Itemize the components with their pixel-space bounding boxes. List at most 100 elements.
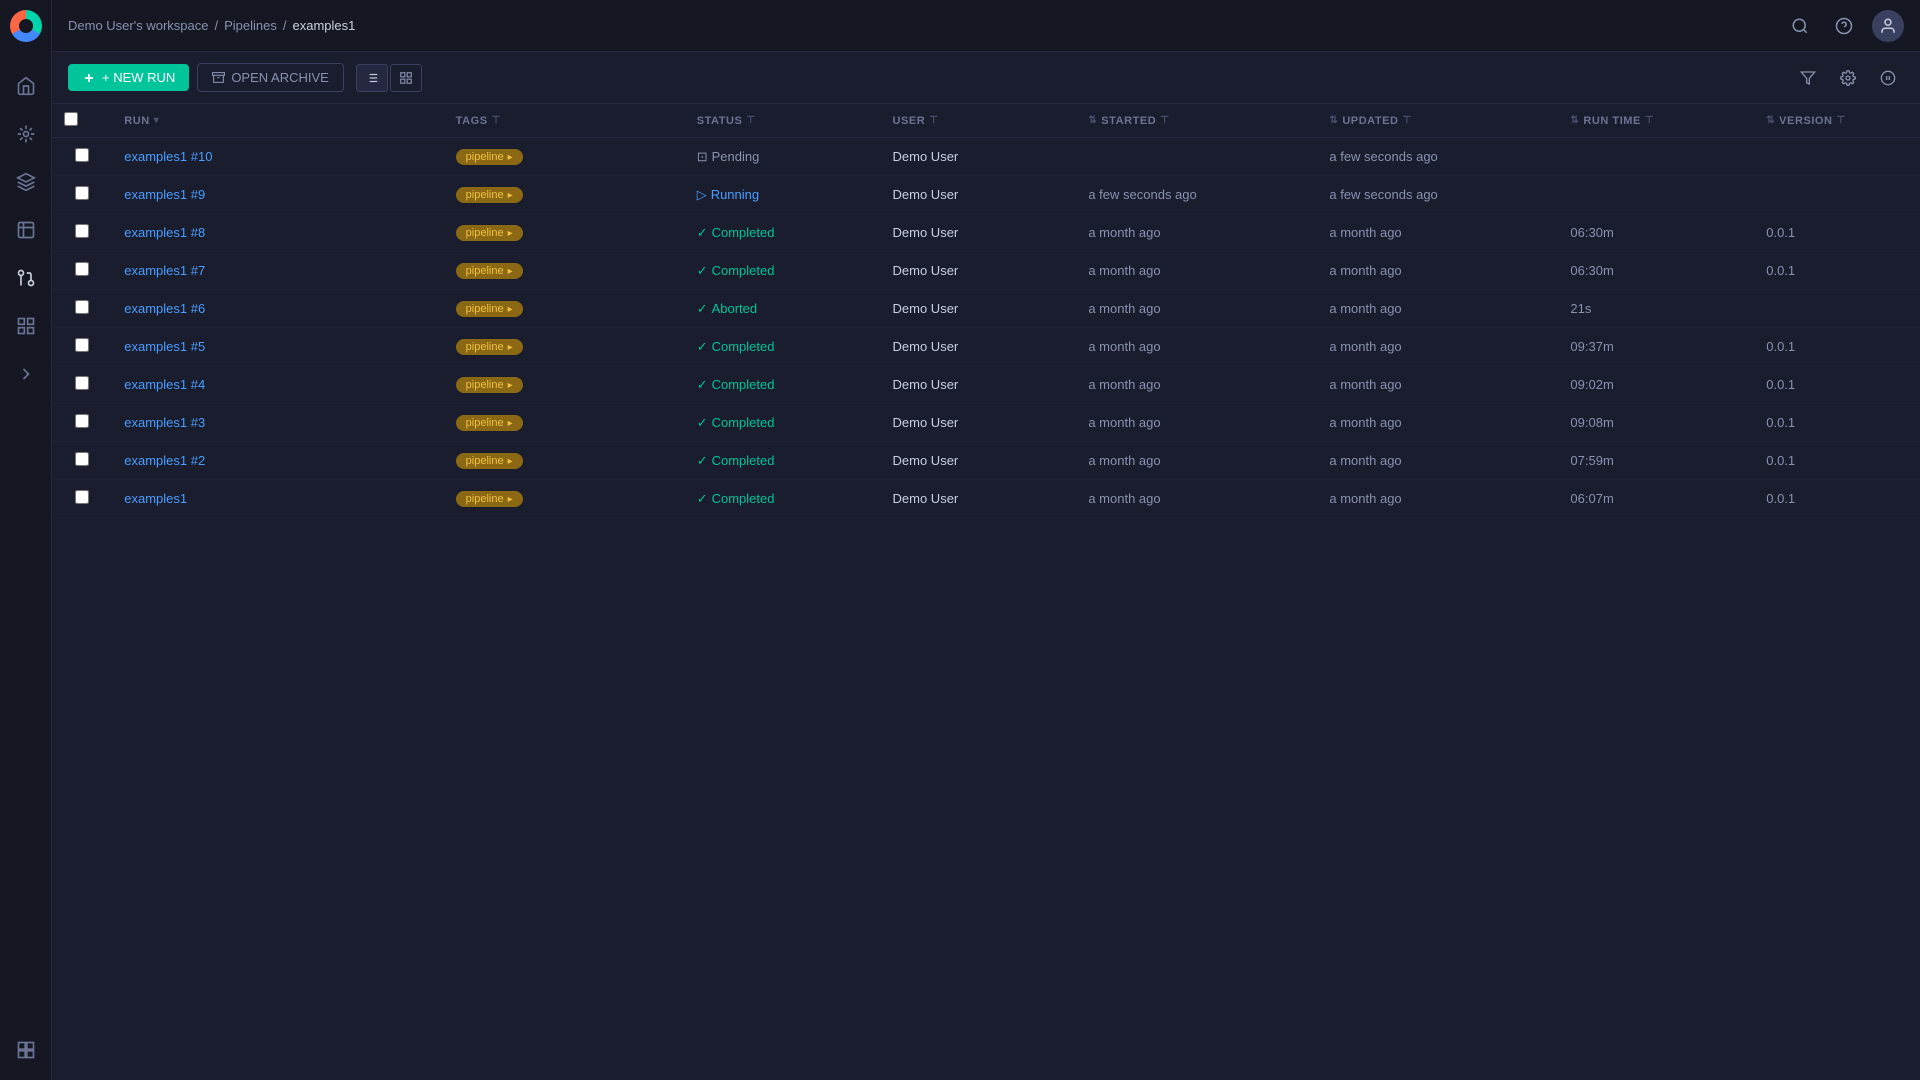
header-updated[interactable]: ⇅ UPDATED ⊤ bbox=[1317, 104, 1558, 138]
tag-pill[interactable]: pipeline bbox=[456, 491, 523, 507]
run-tag-cell: pipeline bbox=[444, 328, 685, 366]
sidebar-item-home[interactable] bbox=[4, 64, 48, 108]
user-name: Demo User bbox=[893, 301, 959, 316]
row-checkbox-8[interactable] bbox=[75, 224, 89, 238]
updated-cell: a month ago bbox=[1317, 404, 1558, 442]
run-name[interactable]: examples1 #6 bbox=[124, 301, 205, 316]
run-name-cell[interactable]: examples1 #2 bbox=[112, 442, 443, 480]
table-row: examples1 #10pipeline⊡PendingDemo Usera … bbox=[52, 138, 1920, 176]
sidebar-item-plugins[interactable] bbox=[4, 1028, 48, 1072]
version-cell: 0.0.1 bbox=[1754, 480, 1920, 518]
run-name-cell[interactable]: examples1 #10 bbox=[112, 138, 443, 176]
list-view-button[interactable] bbox=[356, 64, 388, 92]
run-name[interactable]: examples1 #4 bbox=[124, 377, 205, 392]
updated-cell: a month ago bbox=[1317, 480, 1558, 518]
header-started[interactable]: ⇅ STARTED ⊤ bbox=[1076, 104, 1317, 138]
status-badge: ⊡Pending bbox=[697, 149, 869, 165]
run-name[interactable]: examples1 #9 bbox=[124, 187, 205, 202]
run-name[interactable]: examples1 #2 bbox=[124, 453, 205, 468]
sidebar-item-arrow[interactable] bbox=[4, 352, 48, 396]
header-tags[interactable]: TAGS ⊤ bbox=[444, 104, 685, 138]
runtime-cell bbox=[1558, 176, 1754, 214]
sidebar-item-models[interactable] bbox=[4, 112, 48, 156]
view-toggle bbox=[356, 64, 422, 92]
header-status[interactable]: STATUS ⊤ bbox=[685, 104, 881, 138]
breadcrumb-workspace[interactable]: Demo User's workspace bbox=[68, 18, 208, 33]
app-logo[interactable] bbox=[0, 0, 52, 52]
run-name[interactable]: examples1 #3 bbox=[124, 415, 205, 430]
breadcrumb-pipelines[interactable]: Pipelines bbox=[224, 18, 277, 33]
tag-pill[interactable]: pipeline bbox=[456, 453, 523, 469]
sidebar-item-layers[interactable] bbox=[4, 160, 48, 204]
tag-pill[interactable]: pipeline bbox=[456, 225, 523, 241]
row-checkbox-7[interactable] bbox=[75, 262, 89, 276]
row-checkbox-6[interactable] bbox=[75, 300, 89, 314]
row-checkbox-4[interactable] bbox=[75, 376, 89, 390]
run-name-cell[interactable]: examples1 #8 bbox=[112, 214, 443, 252]
header-checkbox-cell bbox=[52, 104, 112, 138]
run-name[interactable]: examples1 #7 bbox=[124, 263, 205, 278]
grid-view-button[interactable] bbox=[390, 64, 422, 92]
status-cell: ▷Running bbox=[685, 176, 881, 214]
status-cell: ✓Completed bbox=[685, 480, 881, 518]
run-name[interactable]: examples1 #8 bbox=[124, 225, 205, 240]
tag-pill[interactable]: pipeline bbox=[456, 187, 523, 203]
run-name[interactable]: examples1 #5 bbox=[124, 339, 205, 354]
run-name-cell[interactable]: examples1 #5 bbox=[112, 328, 443, 366]
user-cell: Demo User bbox=[881, 442, 1077, 480]
run-name-cell[interactable]: examples1 #3 bbox=[112, 404, 443, 442]
settings-icon[interactable] bbox=[1832, 62, 1864, 94]
run-name[interactable]: examples1 bbox=[124, 491, 187, 506]
tag-pill[interactable]: pipeline bbox=[456, 301, 523, 317]
row-checkbox-3[interactable] bbox=[75, 414, 89, 428]
tag-pill[interactable]: pipeline bbox=[456, 149, 523, 165]
run-name-cell[interactable]: examples1 #9 bbox=[112, 176, 443, 214]
status-cell: ⊡Pending bbox=[685, 138, 881, 176]
row-checkbox-2[interactable] bbox=[75, 452, 89, 466]
tag-pill[interactable]: pipeline bbox=[456, 415, 523, 431]
status-cell: ✓Completed bbox=[685, 252, 881, 290]
run-name-cell[interactable]: examples1 bbox=[112, 480, 443, 518]
status-badge: ✓Completed bbox=[697, 377, 869, 393]
row-checkbox-10[interactable] bbox=[75, 148, 89, 162]
version-cell: 0.0.1 bbox=[1754, 252, 1920, 290]
sidebar-item-pipelines[interactable] bbox=[4, 256, 48, 300]
run-tag-cell: pipeline bbox=[444, 366, 685, 404]
run-name[interactable]: examples1 #10 bbox=[124, 149, 212, 164]
run-name-cell[interactable]: examples1 #7 bbox=[112, 252, 443, 290]
new-run-button[interactable]: + NEW RUN bbox=[68, 64, 189, 91]
user-avatar[interactable] bbox=[1872, 10, 1904, 42]
help-icon[interactable] bbox=[1828, 10, 1860, 42]
started-cell: a few seconds ago bbox=[1076, 176, 1317, 214]
row-checkbox-9[interactable] bbox=[75, 186, 89, 200]
header-runtime[interactable]: ⇅ RUN TIME ⊤ bbox=[1558, 104, 1754, 138]
tag-pill[interactable]: pipeline bbox=[456, 339, 523, 355]
updated-cell: a few seconds ago bbox=[1317, 176, 1558, 214]
open-archive-button[interactable]: OPEN ARCHIVE bbox=[197, 63, 344, 92]
filter-icon[interactable] bbox=[1792, 62, 1824, 94]
sidebar-item-experiments[interactable] bbox=[4, 208, 48, 252]
pause-icon[interactable] bbox=[1872, 62, 1904, 94]
search-icon[interactable] bbox=[1784, 10, 1816, 42]
tag-pill[interactable]: pipeline bbox=[456, 377, 523, 393]
user-name: Demo User bbox=[893, 491, 959, 506]
row-checkbox-5[interactable] bbox=[75, 338, 89, 352]
user-name: Demo User bbox=[893, 149, 959, 164]
run-name-cell[interactable]: examples1 #4 bbox=[112, 366, 443, 404]
run-sort-icon: ▾ bbox=[154, 115, 160, 126]
user-name: Demo User bbox=[893, 187, 959, 202]
header-user[interactable]: USER ⊤ bbox=[881, 104, 1077, 138]
header-version[interactable]: ⇅ VERSION ⊤ bbox=[1754, 104, 1920, 138]
sidebar-item-datasets[interactable] bbox=[4, 304, 48, 348]
status-badge: ✓Completed bbox=[697, 491, 869, 507]
run-tag-cell: pipeline bbox=[444, 480, 685, 518]
header-run[interactable]: RUN ▾ bbox=[112, 104, 443, 138]
tag-pill[interactable]: pipeline bbox=[456, 263, 523, 279]
breadcrumb: Demo User's workspace / Pipelines / exam… bbox=[68, 18, 355, 33]
runtime-cell: 07:59m bbox=[1558, 442, 1754, 480]
runtime-cell: 09:37m bbox=[1558, 328, 1754, 366]
row-checkbox-1[interactable] bbox=[75, 490, 89, 504]
select-all-checkbox[interactable] bbox=[64, 112, 78, 126]
run-name-cell[interactable]: examples1 #6 bbox=[112, 290, 443, 328]
user-cell: Demo User bbox=[881, 480, 1077, 518]
